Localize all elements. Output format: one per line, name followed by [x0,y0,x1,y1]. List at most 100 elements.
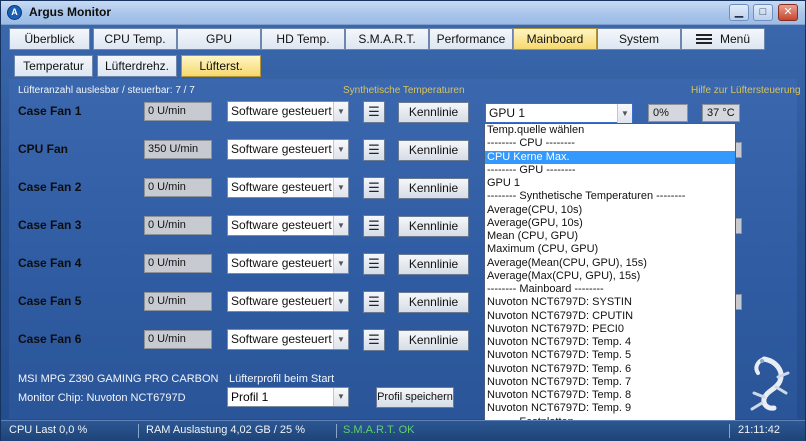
tab-menu-label: Menü [719,32,751,46]
dropdown-option[interactable]: -------- Synthetische Temperaturen -----… [485,190,735,203]
fan-rpm: 0 U/min [144,216,212,235]
dropdown-option[interactable]: -------- GPU -------- [485,164,735,177]
fan-mode-value: Software gesteuert [231,218,332,232]
fan-settings-button[interactable]: ☰ [363,177,385,199]
sliders-icon: ☰ [368,180,380,195]
sliders-icon: ☰ [368,294,380,309]
tab-smart[interactable]: S.M.A.R.T. [345,28,429,50]
sliders-icon: ☰ [368,104,380,119]
hidden-field-edge [736,218,742,234]
chevron-down-icon: ▼ [333,388,348,406]
tab-cpu-temp[interactable]: CPU Temp. [93,28,177,50]
source-temp-readout: 37 °C [702,104,740,122]
dropdown-option[interactable]: Average(Max(CPU, GPU), 15s) [485,270,735,283]
dropdown-option[interactable]: Nuvoton NCT6797D: PECI0 [485,323,735,336]
fan-control-help-link[interactable]: Hilfe zur Lüftersteuerung [691,85,801,96]
fan-mode-value: Software gesteuert [231,104,332,118]
dropdown-option[interactable]: CPU Kerne Max. [485,150,735,164]
fan-curve-button[interactable]: Kennlinie [398,330,469,351]
dropdown-option[interactable]: -------- CPU -------- [485,137,735,150]
hidden-field-edge [736,142,742,158]
temp-source-dropdown-list[interactable]: Temp.quelle wählen -------- CPU -------- C… [484,123,736,439]
fan-mode-value: Software gesteuert [231,332,332,346]
tab-system[interactable]: System [597,28,681,50]
dropdown-option[interactable]: Nuvoton NCT6797D: Temp. 4 [485,336,735,349]
tab-menu[interactable]: Menü [681,28,765,50]
close-button[interactable]: ✕ [778,4,798,21]
argus-lizard-logo [750,356,790,411]
dropdown-option[interactable]: Nuvoton NCT6797D: Temp. 9 [485,402,735,415]
tab-gpu[interactable]: GPU [177,28,261,50]
fan-name: Case Fan 2 [18,180,82,194]
fan-curve-button[interactable]: Kennlinie [398,178,469,199]
temp-source-select[interactable]: GPU 1 ▼ [485,103,633,123]
fan-mode-select[interactable]: Software gesteuert ▼ [227,101,349,122]
startup-profile-select[interactable]: Profil 1 ▼ [227,387,349,407]
fan-settings-button[interactable]: ☰ [363,329,385,351]
fan-settings-button[interactable]: ☰ [363,101,385,123]
clock-status: 21:11:42 [738,424,781,436]
fan-name: Case Fan 3 [18,218,82,232]
fan-mode-select[interactable]: Software gesteuert ▼ [227,253,349,274]
dropdown-option[interactable]: Mean (CPU, GPU) [485,230,735,243]
dropdown-option[interactable]: Maximum (CPU, GPU) [485,243,735,256]
minimize-button[interactable]: ▁ [729,4,749,21]
chevron-down-icon: ▼ [617,104,632,123]
fan-curve-button[interactable]: Kennlinie [398,140,469,161]
hamburger-icon [695,34,712,44]
fan-settings-button[interactable]: ☰ [363,215,385,237]
fan-mode-select[interactable]: Software gesteuert ▼ [227,215,349,236]
tab-performance[interactable]: Performance [429,28,513,50]
chevron-down-icon: ▼ [333,140,348,159]
dropdown-option[interactable]: Average(Mean(CPU, GPU), 15s) [485,257,735,270]
fan-rpm: 0 U/min [144,292,212,311]
subtab-fan-control[interactable]: Lüfterst. [181,55,261,77]
tab-overview[interactable]: Überblick [9,28,90,50]
fan-count-info: Lüfteranzahl auslesbar / steuerbar: 7 / … [18,85,195,96]
dropdown-option[interactable]: Nuvoton NCT6797D: CPUTIN [485,310,735,323]
fan-settings-button[interactable]: ☰ [363,139,385,161]
fan-curve-button[interactable]: Kennlinie [398,254,469,275]
dropdown-option[interactable]: Nuvoton NCT6797D: SYSTIN [485,296,735,309]
chevron-down-icon: ▼ [333,292,348,311]
dropdown-option[interactable]: GPU 1 [485,177,735,190]
fan-mode-select[interactable]: Software gesteuert ▼ [227,177,349,198]
synthetic-temps-link[interactable]: Synthetische Temperaturen [343,85,465,96]
status-divider [729,424,730,438]
fan-rpm: 0 U/min [144,178,212,197]
dropdown-option[interactable]: Nuvoton NCT6797D: Temp. 5 [485,349,735,362]
save-profile-button[interactable]: Profil speichern [376,387,454,408]
fan-name: Case Fan 5 [18,294,82,308]
cpu-load-status: CPU Last 0,0 % [9,424,88,436]
argus-logo-icon: A [7,5,22,20]
fan-mode-select[interactable]: Software gesteuert ▼ [227,329,349,350]
chevron-down-icon: ▼ [333,254,348,273]
dropdown-option[interactable]: Average(CPU, 10s) [485,204,735,217]
dropdown-option[interactable]: -------- Mainboard -------- [485,283,735,296]
fan-mode-select[interactable]: Software gesteuert ▼ [227,291,349,312]
sliders-icon: ☰ [368,142,380,157]
subtab-temperature[interactable]: Temperatur [14,55,93,77]
subtab-fan-speed[interactable]: Lüfterdrehz. [97,55,177,77]
dropdown-option[interactable]: Nuvoton NCT6797D: Temp. 7 [485,376,735,389]
tab-hd-temp[interactable]: HD Temp. [261,28,345,50]
fan-curve-button[interactable]: Kennlinie [398,102,469,123]
fan-settings-button[interactable]: ☰ [363,291,385,313]
fan-settings-button[interactable]: ☰ [363,253,385,275]
dropdown-option[interactable]: Average(GPU, 10s) [485,217,735,230]
fan-mode-value: Software gesteuert [231,294,332,308]
dropdown-option[interactable]: Nuvoton NCT6797D: Temp. 8 [485,389,735,402]
dropdown-option[interactable]: Nuvoton NCT6797D: Temp. 6 [485,363,735,376]
fan-mode-select[interactable]: Software gesteuert ▼ [227,139,349,160]
fan-percent-readout: 0% [648,104,688,122]
fan-name: Case Fan 6 [18,332,82,346]
dropdown-option[interactable]: Temp.quelle wählen [485,124,735,137]
fan-rpm: 0 U/min [144,254,212,273]
temp-source-value: GPU 1 [489,106,526,120]
tab-mainboard[interactable]: Mainboard [513,28,597,50]
maximize-button[interactable]: □ [753,4,773,21]
fan-curve-button[interactable]: Kennlinie [398,292,469,313]
fan-curve-button[interactable]: Kennlinie [398,216,469,237]
fan-mode-value: Software gesteuert [231,180,332,194]
hidden-field-edge [736,294,742,310]
